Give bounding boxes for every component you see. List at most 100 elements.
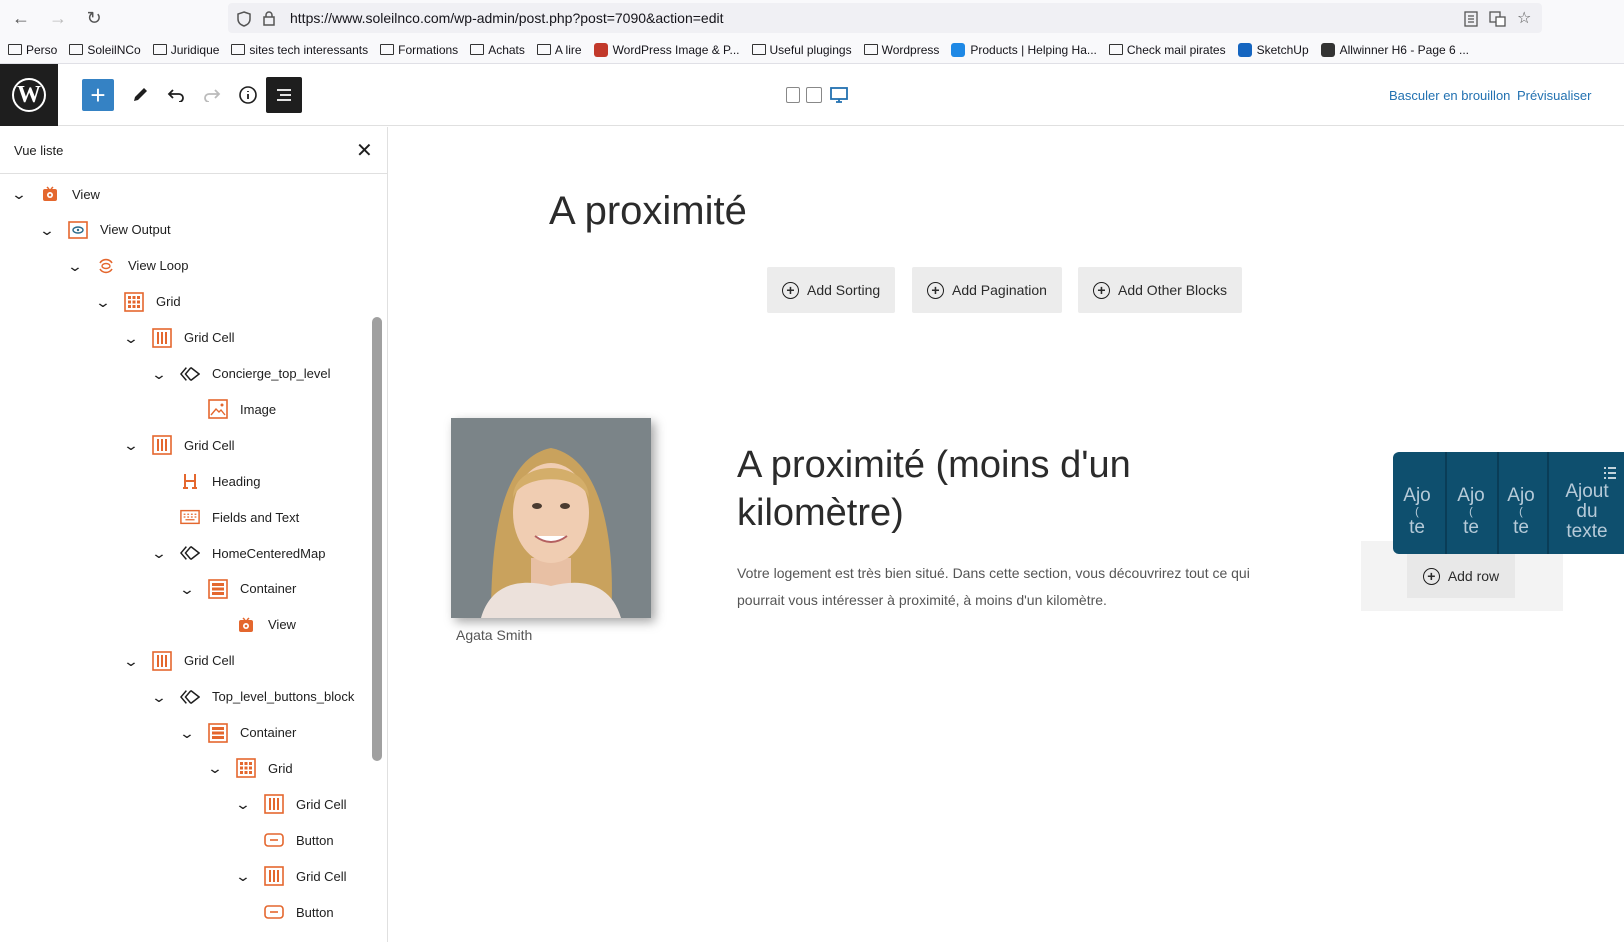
section-description[interactable]: Votre logement est très bien situé. Dans…	[737, 560, 1267, 614]
list-view-item[interactable]: ⌄ HomeCenteredMap	[149, 535, 326, 571]
add-block-button[interactable]: +	[82, 79, 114, 111]
bookmark-item[interactable]: Achats	[470, 43, 525, 57]
chevron-down-icon[interactable]: ⌄	[233, 797, 253, 811]
chevron-down-icon[interactable]: ⌄	[149, 690, 169, 704]
chevron-down-icon[interactable]: ⌄	[121, 331, 141, 345]
list-view-item-label: Image	[240, 401, 277, 417]
chevron-down-icon[interactable]: ⌄	[177, 582, 197, 596]
plus-circle-icon: +	[1093, 281, 1110, 299]
chevron-down-icon[interactable]: ⌄	[37, 223, 57, 237]
overlay-column[interactable]: Ajo ( te	[1447, 486, 1495, 538]
list-view-item[interactable]: Image	[208, 391, 276, 427]
container-icon	[208, 579, 228, 599]
view-loop-icon	[96, 256, 116, 276]
list-view-item-label: Grid Cell	[184, 653, 235, 669]
desktop-preview-icon[interactable]	[830, 86, 848, 109]
folder-icon	[536, 44, 551, 55]
chevron-down-icon[interactable]: ⌄	[93, 295, 113, 309]
list-view-item[interactable]: ⌄ View Loop	[65, 248, 189, 284]
chevron-down-icon[interactable]: ⌄	[177, 726, 197, 740]
heading-icon	[180, 471, 200, 491]
list-view-item[interactable]: Button	[264, 894, 334, 930]
list-view-item[interactable]: Heading	[180, 463, 260, 499]
list-view-item[interactable]: Fields and Text	[180, 499, 299, 535]
reader-view-icon[interactable]	[1464, 11, 1478, 30]
bookmark-item[interactable]: Juridique	[152, 43, 219, 57]
folder-icon	[69, 44, 84, 55]
list-icon[interactable]	[1603, 466, 1617, 485]
list-view-item[interactable]: Button	[264, 822, 334, 858]
pencil-icon[interactable]	[124, 79, 156, 111]
overlay-column[interactable]: Ajout du texte	[1555, 482, 1619, 542]
list-view-item[interactable]: View	[236, 607, 296, 643]
chevron-down-icon[interactable]: ⌄	[149, 367, 169, 381]
plus-circle-icon: +	[782, 281, 799, 299]
list-view-item[interactable]: ⌄ Grid Cell	[121, 427, 235, 463]
list-view-item[interactable]: ⌄ Grid Cell	[121, 643, 235, 679]
bookmark-item[interactable]: Formations	[380, 43, 458, 57]
back-icon[interactable]: ←	[9, 6, 33, 30]
chevron-down-icon[interactable]: ⌄	[9, 187, 29, 201]
bookmark-item[interactable]: SketchUp	[1237, 42, 1309, 57]
list-view-item[interactable]: ⌄ Grid	[205, 750, 293, 786]
bookmark-item[interactable]: A lire	[536, 43, 582, 57]
block-inserter-overlay[interactable]: Ajo ( te Ajo ( te Ajo ( te Ajout du text…	[1393, 452, 1624, 554]
redo-icon[interactable]	[196, 79, 228, 111]
bookmark-item[interactable]: Check mail pirates	[1108, 43, 1226, 57]
view-icon	[236, 615, 256, 635]
chevron-down-icon[interactable]: ⌄	[205, 761, 225, 775]
page-heading[interactable]: A proximité	[549, 189, 747, 234]
list-view-item[interactable]: ⌄ Grid	[93, 284, 181, 320]
add-sorting-button[interactable]: + Add Sorting	[767, 267, 896, 313]
lock-icon[interactable]	[263, 11, 275, 29]
list-view-item[interactable]: ⌄ Container	[177, 571, 296, 607]
list-view-item[interactable]: ⌄ Grid Cell	[233, 786, 347, 822]
close-icon[interactable]: ✕	[356, 138, 373, 163]
profile-photo[interactable]	[451, 418, 651, 618]
overlay-column[interactable]: Ajo ( te	[1393, 486, 1441, 538]
chevron-down-icon[interactable]: ⌄	[149, 546, 169, 560]
add-pagination-button[interactable]: + Add Pagination	[912, 267, 1062, 313]
list-view-item[interactable]: ⌄ Grid Cell	[121, 320, 235, 356]
overlay-column[interactable]: Ajo ( te	[1497, 486, 1545, 538]
chevron-down-icon[interactable]: ⌄	[233, 869, 253, 883]
chevron-down-icon[interactable]: ⌄	[121, 438, 141, 452]
star-icon[interactable]: ☆	[1517, 8, 1531, 28]
bookmark-item[interactable]: WordPress Image & P...	[593, 42, 740, 57]
bookmark-item[interactable]: Allwinner H6 - Page 6 ...	[1320, 42, 1469, 57]
chevron-down-icon[interactable]: ⌄	[65, 259, 85, 273]
list-view-item[interactable]: ⌄ Container	[177, 715, 296, 751]
url-text[interactable]: https://www.soleilnco.com/wp-admin/post.…	[290, 10, 723, 26]
info-icon[interactable]	[232, 79, 264, 111]
switch-to-draft-button[interactable]: Basculer en brouillon	[1389, 88, 1510, 103]
bookmark-item[interactable]: sites tech interessants	[231, 43, 368, 57]
add-row-button[interactable]: + Add row	[1407, 554, 1515, 598]
undo-icon[interactable]	[160, 79, 192, 111]
shield-icon[interactable]	[237, 11, 251, 30]
list-view-button[interactable]	[266, 77, 302, 113]
forward-icon[interactable]: →	[46, 6, 70, 30]
bookmark-item[interactable]: Products | Helping Ha...	[951, 42, 1097, 57]
mobile-preview-icon[interactable]	[786, 87, 800, 103]
bookmark-item[interactable]: SoleilNCo	[69, 43, 141, 57]
list-view-item[interactable]: ⌄ Top_level_buttons_block	[149, 679, 355, 715]
image-icon	[208, 399, 228, 420]
chevron-down-icon[interactable]: ⌄	[121, 654, 141, 668]
address-bar[interactable]: https://www.soleilnco.com/wp-admin/post.…	[228, 3, 1542, 33]
tablet-preview-icon[interactable]	[806, 87, 822, 103]
add-other-blocks-button[interactable]: + Add Other Blocks	[1078, 267, 1242, 313]
list-view-item[interactable]: ⌄ View	[9, 176, 100, 212]
bookmark-item[interactable]: Wordpress	[863, 43, 939, 57]
section-heading[interactable]: A proximité (moins d'un kilomètre)	[737, 441, 1297, 537]
wordpress-logo[interactable]: W	[0, 64, 58, 126]
translate-icon[interactable]	[1489, 11, 1506, 30]
sidebar-scrollbar[interactable]	[372, 317, 382, 761]
list-view-item[interactable]: ⌄ View Output	[37, 212, 171, 248]
list-view-item-label: HomeCenteredMap	[212, 545, 326, 561]
preview-button[interactable]: Prévisualiser	[1517, 88, 1591, 103]
list-view-item[interactable]: ⌄ Concierge_top_level	[149, 356, 331, 392]
bookmark-item[interactable]: Perso	[8, 43, 57, 57]
bookmark-item[interactable]: Useful plugings	[751, 43, 852, 57]
list-view-item[interactable]: ⌄ Grid Cell	[233, 858, 347, 894]
reload-icon[interactable]: ↻	[82, 6, 106, 30]
